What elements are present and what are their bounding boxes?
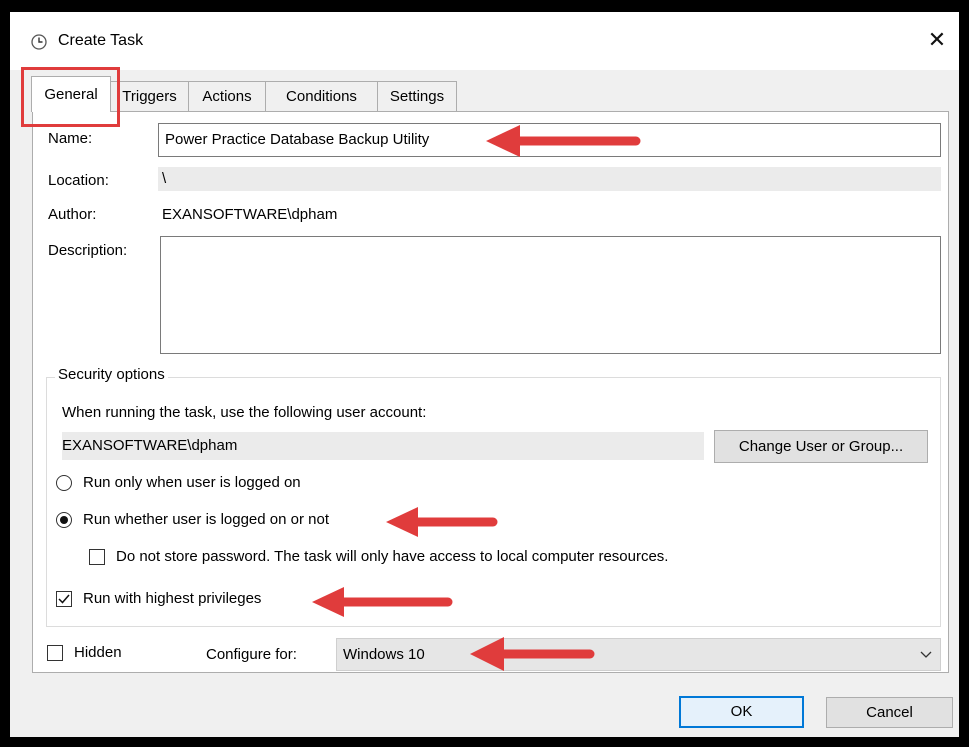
configure-for-label: Configure for: (206, 646, 297, 663)
chevron-down-icon (920, 639, 932, 682)
annotation-arrow-configure-for (470, 637, 595, 671)
ok-button[interactable]: OK (679, 696, 804, 728)
configure-for-dropdown[interactable]: Windows 10 (336, 638, 941, 671)
author-value: EXANSOFTWARE\dpham (162, 206, 338, 223)
title-bar: Create Task ✕ (10, 12, 959, 70)
annotation-arrow-name (486, 125, 641, 157)
location-label: Location: (48, 172, 109, 189)
name-label: Name: (48, 130, 93, 147)
do-not-store-password-checkbox[interactable] (89, 549, 105, 565)
tab-conditions-label: Conditions (286, 88, 357, 105)
create-task-dialog: Create Task ✕ General Triggers Actions C… (10, 12, 959, 737)
general-tab-highlight-box (21, 67, 120, 127)
description-label: Description: (48, 242, 128, 259)
annotation-arrow-run-whether (386, 507, 498, 537)
close-button[interactable]: ✕ (915, 22, 959, 58)
location-value: \ (158, 167, 941, 191)
cancel-button[interactable]: Cancel (826, 697, 953, 728)
clock-icon (31, 34, 47, 50)
radio-run-only-logged-on-label[interactable]: Run only when user is logged on (83, 474, 301, 491)
tab-actions[interactable]: Actions (188, 81, 266, 111)
tab-triggers-label: Triggers (122, 88, 177, 105)
tab-conditions[interactable]: Conditions (265, 81, 378, 111)
highest-privileges-checkbox[interactable] (56, 591, 72, 607)
radio-run-whether-logged-on-label[interactable]: Run whether user is logged on or not (83, 511, 329, 528)
annotation-arrow-highest-privileges (312, 587, 453, 617)
description-input[interactable] (160, 236, 941, 354)
tab-triggers[interactable]: Triggers (110, 81, 189, 111)
configure-for-value: Windows 10 (343, 646, 425, 663)
hidden-label[interactable]: Hidden (74, 644, 122, 661)
account-prompt: When running the task, use the following… (62, 404, 427, 421)
tab-settings-label: Settings (389, 88, 445, 105)
author-label: Author: (48, 206, 97, 223)
security-options-legend: Security options (55, 366, 168, 383)
do-not-store-password-label[interactable]: Do not store password. The task will onl… (116, 548, 668, 565)
radio-run-only-logged-on[interactable] (56, 475, 72, 491)
change-user-button[interactable]: Change User or Group... (714, 430, 928, 463)
user-account-value: EXANSOFTWARE\dpham (62, 432, 704, 460)
highest-privileges-label[interactable]: Run with highest privileges (83, 590, 261, 607)
tab-actions-label: Actions (202, 88, 252, 105)
tab-settings[interactable]: Settings (377, 81, 457, 111)
checkmark-icon (58, 594, 70, 604)
radio-run-whether-logged-on[interactable] (56, 512, 72, 528)
radio-selected-dot (60, 516, 68, 524)
close-icon: ✕ (927, 27, 947, 52)
hidden-checkbox[interactable] (47, 645, 63, 661)
window-title: Create Task (58, 32, 144, 49)
